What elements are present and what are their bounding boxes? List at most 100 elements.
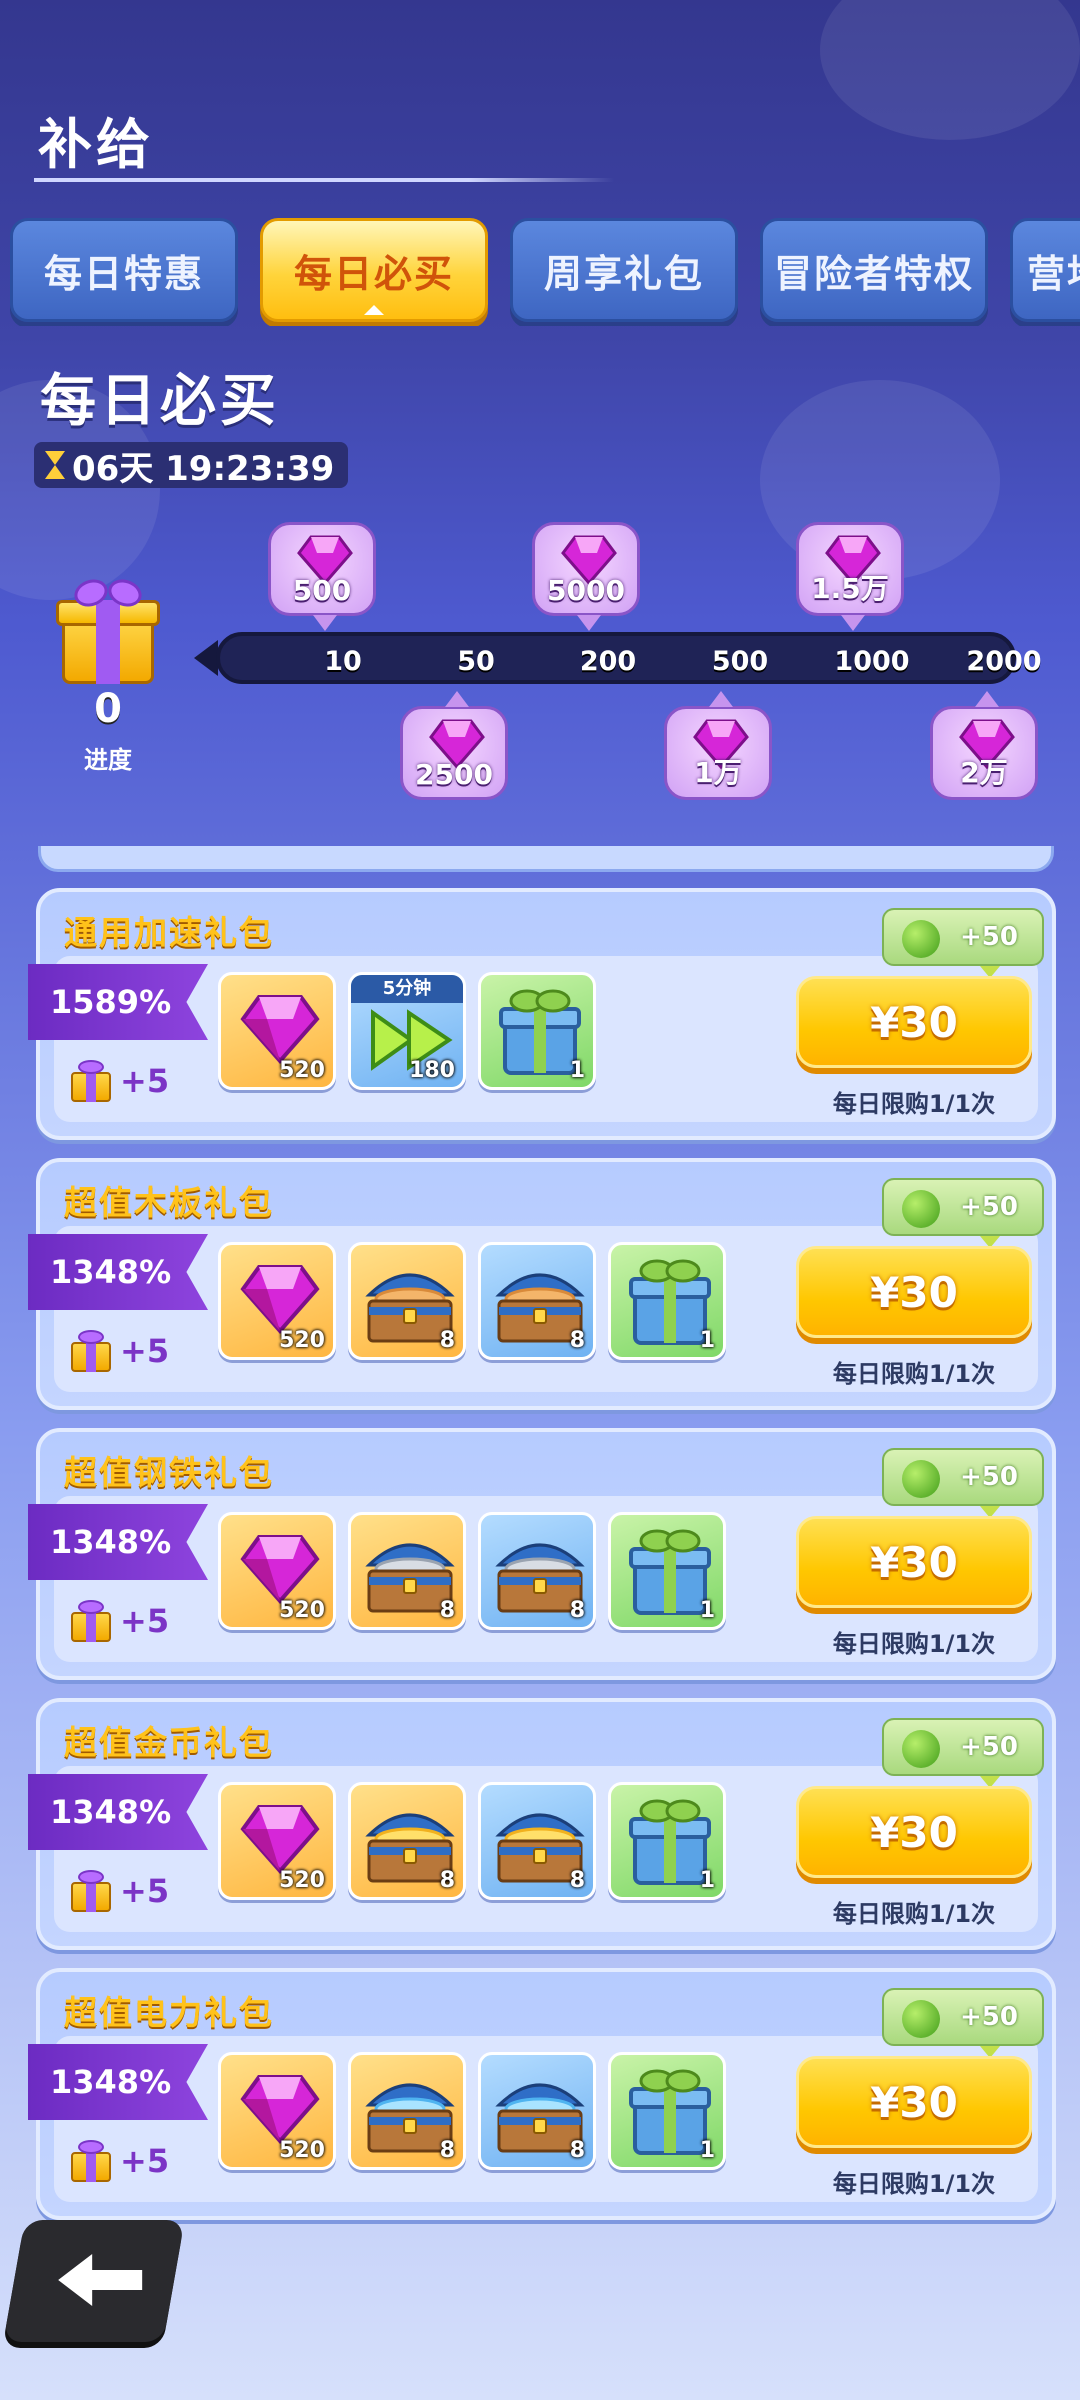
item-quantity: 8	[439, 1868, 455, 1893]
tab-adventurer-privilege[interactable]: 冒险者特权	[760, 218, 988, 322]
milestone-reward[interactable]: 1万	[664, 691, 772, 800]
item-quantity: 1	[699, 1328, 715, 1353]
price-label: ¥30	[870, 1537, 958, 1587]
value-ratio-ribbon: 1348%	[28, 1774, 208, 1850]
price-label: ¥30	[870, 1267, 958, 1317]
progress-value: 0	[94, 686, 122, 732]
pack-name: 超值电力礼包	[64, 1993, 274, 2032]
item-duration-tag: 5分钟	[351, 975, 463, 1003]
reward-item[interactable]: 1	[608, 1512, 726, 1630]
reward-item[interactable]: 5分钟 180	[348, 972, 466, 1090]
progress-tick: 2000	[966, 646, 1042, 677]
reward-item[interactable]: 520	[218, 972, 336, 1090]
milestone-reward[interactable]: 5000	[532, 522, 640, 631]
pack-name: 通用加速礼包	[64, 913, 274, 952]
purchase-limit: 每日限购1/1次	[832, 1090, 996, 1118]
apple-bonus: +50	[960, 1192, 1018, 1222]
reward-item[interactable]: 520	[218, 1242, 336, 1360]
tab-label: 每日必买	[293, 251, 454, 296]
gift-bonus: +5	[120, 1062, 170, 1100]
pack-card: 通用加速礼包 1589% +5 520 5分钟 180 1 +50 ¥30 每日限购1/1次	[28, 888, 1056, 1140]
progress-label: 进度	[84, 746, 132, 774]
apple-bonus: +50	[960, 1732, 1018, 1762]
title-underline	[34, 178, 614, 182]
item-quantity: 8	[569, 2138, 585, 2163]
item-quantity: 520	[279, 1868, 325, 1893]
value-ratio: 1348%	[50, 1253, 172, 1291]
gift-icon	[68, 1328, 114, 1374]
milestone-reward[interactable]: 2500	[400, 691, 508, 800]
reward-item[interactable]: 8	[348, 1242, 466, 1360]
milestone-reward[interactable]: 500	[268, 522, 376, 631]
apple-bonus: +50	[960, 922, 1018, 952]
item-quantity: 180	[409, 1058, 455, 1083]
pack-card: 超值电力礼包 1348% +5 520 8 8 1 +50 ¥30 每日限购1/1次	[28, 1968, 1056, 2220]
reward-item[interactable]: 1	[608, 1242, 726, 1360]
item-quantity: 8	[569, 1598, 585, 1623]
reward-item[interactable]: 8	[478, 1242, 596, 1360]
reward-item[interactable]: 520	[218, 2052, 336, 2170]
pack-name: 超值金币礼包	[64, 1723, 274, 1762]
buy-button[interactable]: ¥30	[796, 976, 1032, 1068]
green-apple-icon	[902, 1730, 940, 1768]
progress-tick: 10	[324, 646, 362, 677]
reward-amount: 1.5万	[811, 572, 889, 605]
reward-item[interactable]: 8	[478, 1782, 596, 1900]
progress-tick: 500	[711, 646, 769, 677]
list-scroll-edge	[38, 846, 1054, 872]
gift-icon	[68, 1868, 114, 1914]
tab-label: 每日特惠	[43, 251, 204, 296]
pack-name: 超值钢铁礼包	[64, 1453, 274, 1492]
tab-label: 冒险者特权	[773, 251, 974, 296]
price-label: ¥30	[870, 1807, 958, 1857]
progress-gift-icon[interactable]	[56, 574, 160, 684]
green-apple-icon	[902, 1190, 940, 1228]
reward-item[interactable]: 8	[478, 2052, 596, 2170]
green-apple-icon	[902, 1460, 940, 1498]
reward-item[interactable]: 8	[348, 1782, 466, 1900]
reward-item[interactable]: 520	[218, 1512, 336, 1630]
reward-item[interactable]: 8	[348, 2052, 466, 2170]
purple-gem-icon	[240, 1265, 320, 1335]
reward-item[interactable]: 1	[608, 2052, 726, 2170]
reward-item[interactable]: 8	[348, 1512, 466, 1630]
gift-bonus: +5	[120, 1332, 170, 1370]
pack-card: 超值木板礼包 1348% +5 520 8 8 1 +50 ¥30 每日限购1/1次	[28, 1158, 1056, 1410]
value-ratio: 1348%	[50, 1793, 172, 1831]
background-decoration	[820, 0, 1080, 140]
value-ratio-ribbon: 1348%	[28, 1504, 208, 1580]
reward-amount: 2万	[960, 756, 1008, 789]
item-quantity: 520	[279, 1328, 325, 1353]
gift-bonus: +5	[120, 2142, 170, 2180]
progress-tick: 200	[579, 646, 637, 677]
milestone-reward[interactable]: 1.5万	[796, 522, 904, 631]
back-button[interactable]	[3, 2220, 185, 2342]
value-ratio: 1348%	[50, 1523, 172, 1561]
section-title: 每日必买	[40, 369, 280, 434]
buy-button[interactable]: ¥30	[796, 1246, 1032, 1338]
tab-daily-must-buy[interactable]: 每日必买	[260, 218, 488, 322]
countdown-timer: 06天 19:23:39	[34, 442, 349, 489]
value-ratio: 1589%	[50, 983, 172, 1021]
gift-bonus: +5	[120, 1602, 170, 1640]
item-quantity: 8	[439, 2138, 455, 2163]
item-quantity: 1	[699, 1598, 715, 1623]
value-ratio-ribbon: 1348%	[28, 2044, 208, 2120]
price-label: ¥30	[870, 2077, 958, 2127]
buy-button[interactable]: ¥30	[796, 2056, 1032, 2148]
reward-item[interactable]: 1	[478, 972, 596, 1090]
item-quantity: 8	[569, 1328, 585, 1353]
tab-camp[interactable]: 营地	[1010, 218, 1080, 322]
reward-item[interactable]: 8	[478, 1512, 596, 1630]
reward-amount: 1万	[694, 756, 742, 789]
tab-daily-deals[interactable]: 每日特惠	[10, 218, 238, 322]
tab-weekly-packs[interactable]: 周享礼包	[510, 218, 738, 322]
buy-button[interactable]: ¥30	[796, 1516, 1032, 1608]
progress-track-tip	[194, 640, 218, 676]
buy-button[interactable]: ¥30	[796, 1786, 1032, 1878]
milestone-reward[interactable]: 2万	[930, 691, 1038, 800]
reward-item[interactable]: 520	[218, 1782, 336, 1900]
reward-amount: 5000	[547, 574, 625, 607]
reward-item[interactable]: 1	[608, 1782, 726, 1900]
item-quantity: 520	[279, 1058, 325, 1083]
